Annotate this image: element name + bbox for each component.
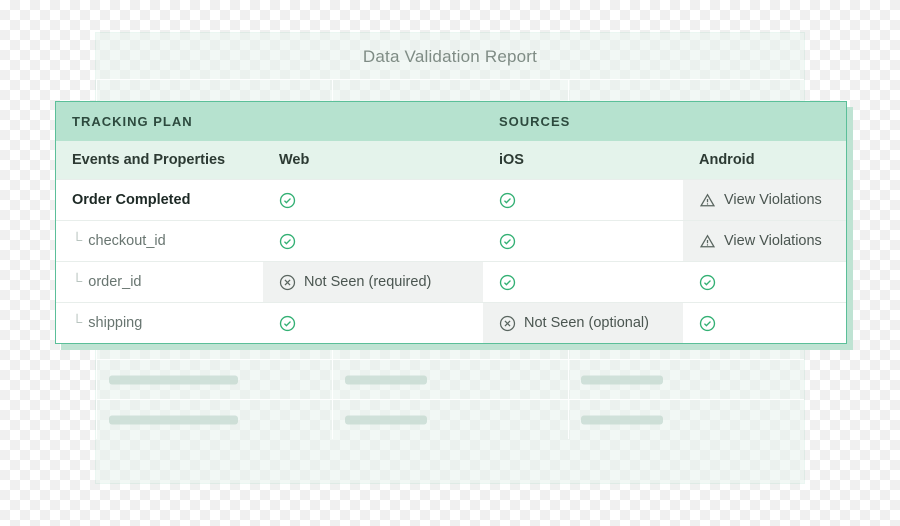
event-name: Order Completed — [56, 180, 263, 220]
property-name: └ shipping — [56, 303, 263, 343]
status-ok — [263, 221, 483, 261]
warning-triangle-icon — [699, 233, 716, 250]
property-name: └ checkout_id — [56, 221, 263, 261]
status-ok — [483, 180, 683, 220]
property-label: shipping — [88, 315, 142, 331]
check-circle-icon — [279, 233, 296, 250]
check-circle-icon — [499, 192, 516, 209]
view-violations-label: View Violations — [724, 192, 822, 208]
col-ios: iOS — [499, 152, 699, 168]
check-circle-icon — [499, 274, 516, 291]
status-ok — [683, 303, 846, 343]
property-row-checkout-id: └ checkout_id View Violations — [56, 220, 846, 261]
check-circle-icon — [279, 315, 296, 332]
status-ok — [683, 262, 846, 302]
check-circle-icon — [699, 315, 716, 332]
view-violations-button[interactable]: View Violations — [683, 221, 846, 261]
col-events: Events and Properties — [72, 152, 279, 168]
section-tracking-plan: TRACKING PLAN — [72, 114, 279, 129]
x-circle-icon — [499, 315, 516, 332]
x-circle-icon — [279, 274, 296, 291]
status-ok — [263, 303, 483, 343]
status-not-seen-required: Not Seen (required) — [263, 262, 483, 302]
warning-triangle-icon — [699, 192, 716, 209]
col-android: Android — [699, 152, 830, 168]
property-row-order-id: └ order_id Not Seen (required) — [56, 261, 846, 302]
status-ok — [483, 262, 683, 302]
property-row-shipping: └ shipping Not Seen (optional) — [56, 302, 846, 343]
status-ok — [483, 221, 683, 261]
validation-card: TRACKING PLAN SOURCES Events and Propert… — [55, 101, 847, 344]
event-row-order-completed: Order Completed View Violations — [56, 179, 846, 220]
view-violations-label: View Violations — [724, 233, 822, 249]
status-not-seen-optional: Not Seen (optional) — [483, 303, 683, 343]
report-title: Data Validation Report — [96, 33, 804, 79]
section-sources: SOURCES — [499, 114, 699, 129]
property-name: └ order_id — [56, 262, 263, 302]
tree-branch-icon: └ — [72, 274, 82, 290]
check-circle-icon — [499, 233, 516, 250]
check-circle-icon — [279, 192, 296, 209]
property-label: order_id — [88, 274, 141, 290]
not-seen-optional-label: Not Seen (optional) — [524, 315, 649, 331]
check-circle-icon — [699, 274, 716, 291]
view-violations-button[interactable]: View Violations — [683, 180, 846, 220]
not-seen-required-label: Not Seen (required) — [304, 274, 431, 290]
tree-branch-icon: └ — [72, 315, 82, 331]
section-header-row: TRACKING PLAN SOURCES — [56, 102, 846, 141]
column-header-row: Events and Properties Web iOS Android — [56, 141, 846, 179]
status-ok — [263, 180, 483, 220]
property-label: checkout_id — [88, 233, 165, 249]
col-web: Web — [279, 152, 499, 168]
tree-branch-icon: └ — [72, 233, 82, 249]
